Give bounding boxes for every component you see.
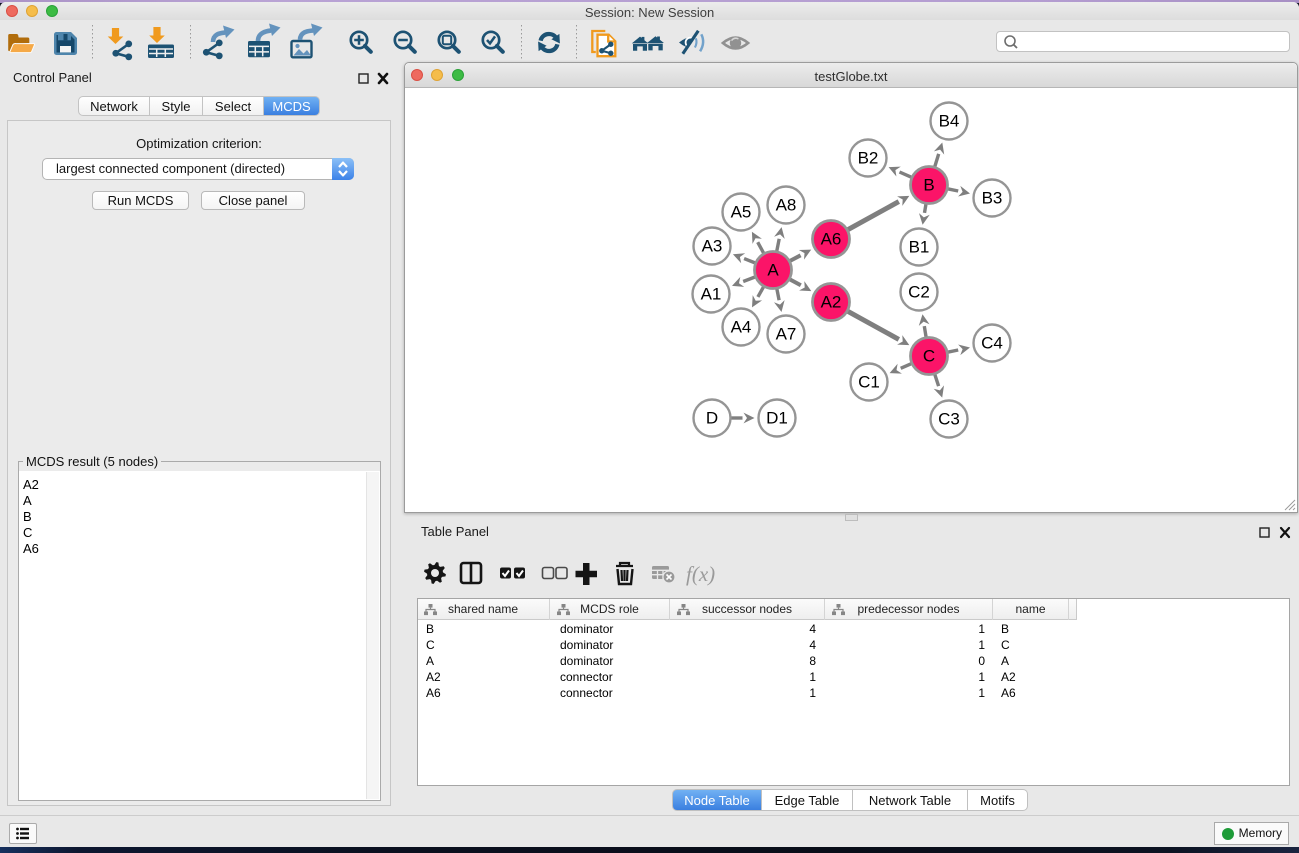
svg-text:B4: B4 xyxy=(939,112,960,131)
svg-text:C2: C2 xyxy=(908,283,930,302)
svg-text:A: A xyxy=(767,261,779,280)
svg-text:B2: B2 xyxy=(858,149,879,168)
svg-text:f(x): f(x) xyxy=(686,562,715,586)
svg-text:A5: A5 xyxy=(731,203,752,222)
svg-text:C4: C4 xyxy=(981,334,1003,353)
svg-text:C: C xyxy=(923,347,935,366)
svg-text:C1: C1 xyxy=(858,373,880,392)
svg-text:D1: D1 xyxy=(766,409,788,428)
svg-text:A3: A3 xyxy=(702,237,723,256)
svg-text:A6: A6 xyxy=(821,230,842,249)
svg-text:A2: A2 xyxy=(821,293,842,312)
svg-text:A8: A8 xyxy=(776,196,797,215)
svg-text:B3: B3 xyxy=(982,189,1003,208)
svg-text:B: B xyxy=(923,176,934,195)
svg-text:A1: A1 xyxy=(701,285,722,304)
svg-text:A7: A7 xyxy=(776,325,797,344)
svg-text:D: D xyxy=(706,409,718,428)
svg-text:B1: B1 xyxy=(909,238,930,257)
svg-text:A4: A4 xyxy=(731,318,752,337)
svg-text:C3: C3 xyxy=(938,410,960,429)
